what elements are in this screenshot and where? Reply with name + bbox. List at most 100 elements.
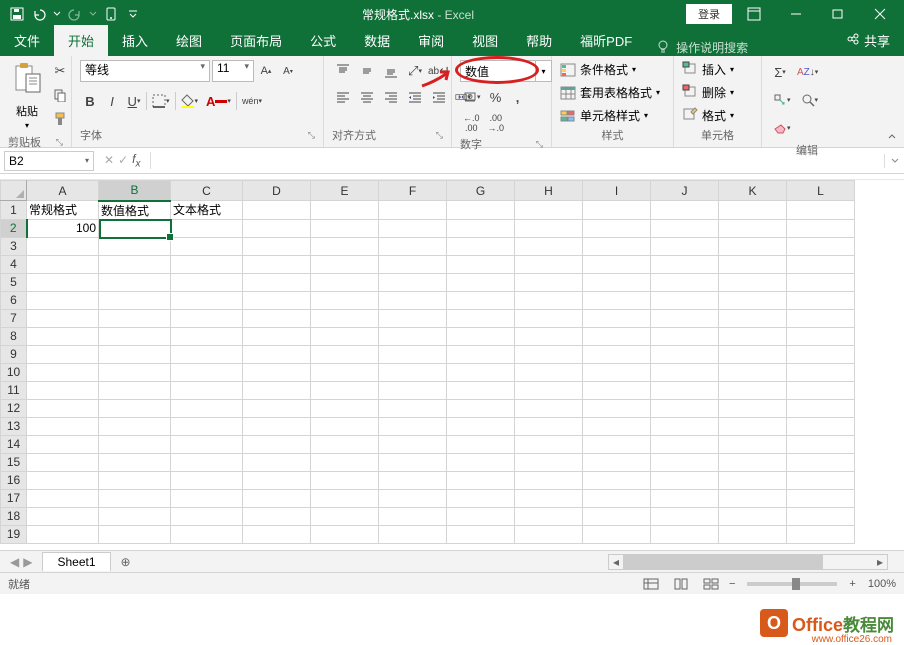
- cell-C9[interactable]: [171, 345, 243, 363]
- cell-A2[interactable]: 100: [27, 219, 99, 237]
- cell-L17[interactable]: [787, 489, 855, 507]
- column-header-J[interactable]: J: [651, 181, 719, 201]
- cell-I12[interactable]: [583, 399, 651, 417]
- zoom-slider[interactable]: [747, 582, 837, 586]
- alignment-launcher-icon[interactable]: ⤡: [436, 130, 443, 141]
- cell-E4[interactable]: [311, 255, 379, 273]
- cell-K15[interactable]: [719, 453, 787, 471]
- column-header-L[interactable]: L: [787, 181, 855, 201]
- spreadsheet-grid[interactable]: ABCDEFGHIJKL1常规格式数值格式文本格式210034567891011…: [0, 180, 904, 550]
- login-button[interactable]: 登录: [686, 4, 732, 24]
- cell-I17[interactable]: [583, 489, 651, 507]
- cell-F5[interactable]: [379, 273, 447, 291]
- cell-F13[interactable]: [379, 417, 447, 435]
- cell-A7[interactable]: [27, 309, 99, 327]
- cell-D18[interactable]: [243, 507, 311, 525]
- cell-A13[interactable]: [27, 417, 99, 435]
- cell-B16[interactable]: [99, 471, 171, 489]
- cell-C6[interactable]: [171, 291, 243, 309]
- wrap-text-icon[interactable]: ab↵: [428, 60, 450, 82]
- normal-view-icon[interactable]: [639, 575, 663, 593]
- cell-B13[interactable]: [99, 417, 171, 435]
- cell-G18[interactable]: [447, 507, 515, 525]
- copy-icon[interactable]: [50, 84, 70, 106]
- cell-H12[interactable]: [515, 399, 583, 417]
- cell-G19[interactable]: [447, 525, 515, 543]
- insert-cells-button[interactable]: 插入 ▾: [682, 60, 734, 79]
- cell-G17[interactable]: [447, 489, 515, 507]
- cell-L10[interactable]: [787, 363, 855, 381]
- decrease-indent-icon[interactable]: [404, 86, 426, 108]
- cell-I11[interactable]: [583, 381, 651, 399]
- cell-K1[interactable]: [719, 201, 787, 220]
- bold-button[interactable]: B: [80, 90, 100, 112]
- cell-C2[interactable]: [171, 219, 243, 237]
- zoom-level[interactable]: 100%: [868, 578, 896, 590]
- cell-A12[interactable]: [27, 399, 99, 417]
- cell-J15[interactable]: [651, 453, 719, 471]
- cell-D13[interactable]: [243, 417, 311, 435]
- number-format-dropdown[interactable]: ▾: [536, 60, 552, 82]
- cell-H6[interactable]: [515, 291, 583, 309]
- page-break-view-icon[interactable]: [699, 575, 723, 593]
- cell-A16[interactable]: [27, 471, 99, 489]
- column-header-I[interactable]: I: [583, 181, 651, 201]
- row-header-17[interactable]: 17: [1, 489, 27, 507]
- cell-K8[interactable]: [719, 327, 787, 345]
- cell-J16[interactable]: [651, 471, 719, 489]
- cell-D19[interactable]: [243, 525, 311, 543]
- fill-color-button[interactable]: ▾: [178, 90, 202, 112]
- cell-H4[interactable]: [515, 255, 583, 273]
- cell-B6[interactable]: [99, 291, 171, 309]
- cell-D1[interactable]: [243, 201, 311, 220]
- cell-G16[interactable]: [447, 471, 515, 489]
- font-name-select[interactable]: 等线▾: [80, 60, 210, 82]
- close-icon[interactable]: [860, 0, 900, 28]
- format-painter-icon[interactable]: [50, 108, 70, 130]
- cell-B11[interactable]: [99, 381, 171, 399]
- cell-I19[interactable]: [583, 525, 651, 543]
- cell-I8[interactable]: [583, 327, 651, 345]
- decrease-font-icon[interactable]: A▾: [278, 60, 298, 82]
- cell-H11[interactable]: [515, 381, 583, 399]
- cell-D4[interactable]: [243, 255, 311, 273]
- cell-I16[interactable]: [583, 471, 651, 489]
- cell-E19[interactable]: [311, 525, 379, 543]
- cell-F17[interactable]: [379, 489, 447, 507]
- delete-cells-button[interactable]: 删除 ▾: [682, 83, 734, 102]
- cell-C16[interactable]: [171, 471, 243, 489]
- cell-C8[interactable]: [171, 327, 243, 345]
- redo-icon[interactable]: [66, 5, 84, 23]
- expand-formula-bar-icon[interactable]: [884, 154, 904, 168]
- cell-I10[interactable]: [583, 363, 651, 381]
- paste-button[interactable]: 粘贴 ▾: [8, 60, 46, 132]
- cell-K6[interactable]: [719, 291, 787, 309]
- cell-A8[interactable]: [27, 327, 99, 345]
- cell-E17[interactable]: [311, 489, 379, 507]
- cell-F19[interactable]: [379, 525, 447, 543]
- cell-L19[interactable]: [787, 525, 855, 543]
- cell-A15[interactable]: [27, 453, 99, 471]
- cell-B18[interactable]: [99, 507, 171, 525]
- cell-D2[interactable]: [243, 219, 311, 237]
- cell-B7[interactable]: [99, 309, 171, 327]
- column-header-G[interactable]: G: [447, 181, 515, 201]
- cell-E3[interactable]: [311, 237, 379, 255]
- cell-K10[interactable]: [719, 363, 787, 381]
- cell-L7[interactable]: [787, 309, 855, 327]
- cell-G11[interactable]: [447, 381, 515, 399]
- cell-D17[interactable]: [243, 489, 311, 507]
- cell-B4[interactable]: [99, 255, 171, 273]
- cell-H18[interactable]: [515, 507, 583, 525]
- sheet-tab-1[interactable]: Sheet1: [42, 552, 110, 571]
- align-bottom-icon[interactable]: [380, 60, 402, 82]
- maximize-icon[interactable]: [818, 0, 858, 28]
- tab-draw[interactable]: 绘图: [162, 25, 216, 56]
- cell-F6[interactable]: [379, 291, 447, 309]
- sheet-next-icon[interactable]: ▶: [23, 555, 32, 569]
- cell-E6[interactable]: [311, 291, 379, 309]
- cell-F1[interactable]: [379, 201, 447, 220]
- cell-H16[interactable]: [515, 471, 583, 489]
- cell-B14[interactable]: [99, 435, 171, 453]
- row-header-15[interactable]: 15: [1, 453, 27, 471]
